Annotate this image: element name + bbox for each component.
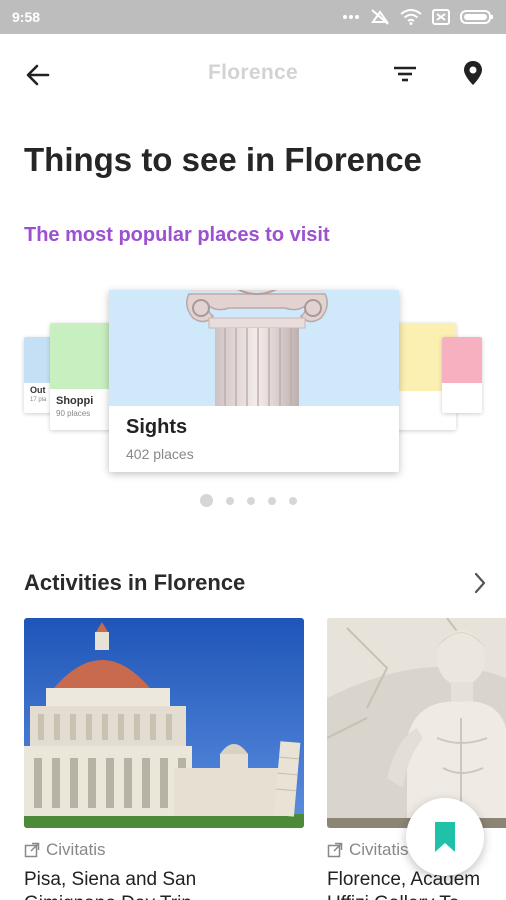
activity-title: Pisa, Siena and San Gimignano Day Trip [24, 868, 196, 900]
app-bar: Florence [0, 34, 506, 114]
external-link-icon [327, 842, 343, 858]
activity-provider: Civitatis [24, 840, 106, 860]
external-link-icon [24, 842, 40, 858]
page-dot[interactable] [268, 496, 276, 505]
location-pin-icon [464, 61, 482, 85]
status-bar: 9:58 [0, 0, 506, 34]
column-illustration [186, 290, 328, 406]
status-icons [342, 8, 494, 26]
activity-title-line: Florence, Academ [327, 869, 481, 890]
map-button[interactable] [458, 58, 488, 88]
category-card-sights[interactable]: Sights 402 places [109, 290, 399, 472]
activity-photo-pisa [24, 618, 304, 828]
category-carousel[interactable]: Out 17 pla Shoppi 90 places Sights 402 p… [0, 268, 506, 488]
activity-title-line-2: Gimignano Day Trip [24, 892, 196, 900]
carousel-page-indicator [200, 494, 297, 507]
more-dots-icon [342, 14, 360, 20]
activity-provider: Civitatis [327, 840, 409, 860]
sim-none-icon [432, 9, 450, 25]
page-dot-active[interactable] [200, 494, 213, 507]
page-dot[interactable] [247, 496, 255, 505]
activity-title-line: Pisa, Siena and San [24, 869, 197, 890]
page-dot[interactable] [226, 496, 234, 505]
section-title-activities: Activities in Florence [24, 570, 246, 595]
filter-button[interactable] [390, 60, 420, 90]
page-dot[interactable] [289, 496, 297, 505]
bookmark-fab[interactable] [406, 798, 484, 876]
filter-icon [394, 66, 416, 82]
page-title: Things to see in Florence [24, 141, 422, 178]
category-card-next-2[interactable] [442, 337, 482, 413]
category-name: Sights [126, 416, 188, 438]
activity-card[interactable]: Civitatis Pisa, Siena and San Gimignano … [24, 618, 304, 900]
activity-title-line-2: Uffizi Gallery To [327, 892, 506, 900]
sights-image [109, 290, 399, 406]
activity-photo-david [327, 618, 506, 828]
wifi-icon [400, 9, 422, 25]
category-count: 402 places [126, 446, 194, 462]
page-subtitle: The most popular places to visit [24, 224, 330, 246]
provider-name: Civitatis [46, 840, 106, 859]
battery-icon [460, 9, 494, 25]
app-bar-title: Florence [208, 61, 298, 84]
see-all-activities-button[interactable] [468, 570, 492, 596]
alarm-off-icon [370, 8, 390, 26]
chevron-right-icon [474, 572, 486, 594]
category-image [442, 337, 482, 383]
provider-name: Civitatis [349, 840, 409, 859]
activity-card[interactable]: Civitatis Florence, Academ Uffizi Galler… [327, 618, 506, 900]
status-time: 9:58 [12, 9, 41, 25]
activity-title: Florence, Academ Uffizi Gallery To [327, 868, 506, 900]
bookmark-icon [435, 822, 455, 852]
